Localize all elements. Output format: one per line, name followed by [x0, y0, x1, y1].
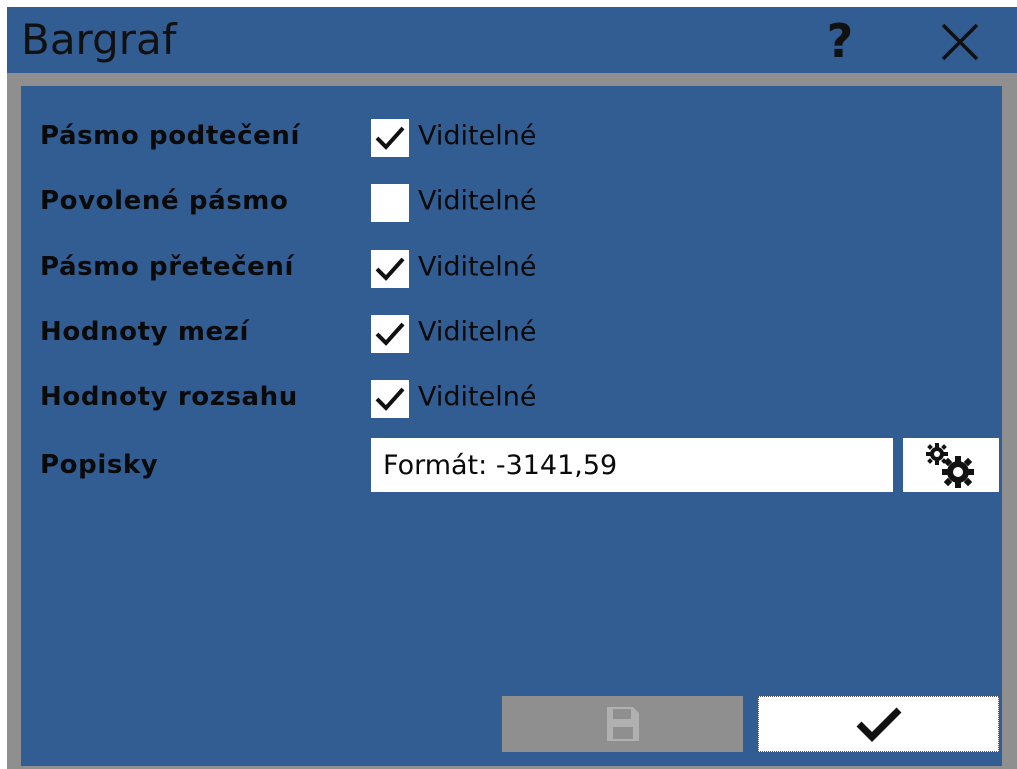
floppy-disk-icon: [606, 707, 639, 741]
bargraf-dialog: Bargraf ? Pásmo podtečení Viditelné Povo…: [7, 7, 1017, 769]
help-button[interactable]: ?: [812, 13, 868, 69]
visible-option-label: Viditelné: [418, 381, 537, 413]
close-button[interactable]: [933, 15, 987, 69]
gears-icon: [926, 443, 974, 488]
checkmark-icon: [375, 322, 405, 346]
row-underflow-band: Pásmo podtečení Viditelné: [21, 112, 1002, 160]
format-settings-button[interactable]: [903, 438, 999, 492]
visible-checkbox-limits[interactable]: [371, 315, 409, 353]
help-icon: ?: [826, 14, 854, 68]
row-range-values: Hodnoty rozsahu Viditelné: [21, 373, 1002, 421]
close-icon: [941, 23, 979, 61]
visible-checkbox-underflow[interactable]: [371, 119, 409, 157]
save-button[interactable]: [502, 696, 743, 752]
row-label: Povolené pásmo: [40, 186, 289, 216]
checkmark-icon: [375, 126, 405, 150]
format-value: Formát: -3141,59: [383, 449, 618, 481]
visible-option-label: Viditelné: [418, 185, 537, 217]
visible-option-label: Viditelné: [418, 251, 537, 283]
visible-checkbox-overflow[interactable]: [371, 250, 409, 288]
visible-checkbox-range[interactable]: [371, 380, 409, 418]
row-label: Hodnoty rozsahu: [40, 382, 298, 412]
row-allowed-band: Povolené pásmo Viditelné: [21, 177, 1002, 225]
checkmark-icon: [856, 707, 901, 742]
format-field[interactable]: Formát: -3141,59: [371, 438, 893, 492]
checkmark-icon: [375, 387, 405, 411]
dialog-content: Pásmo podtečení Viditelné Povolené pásmo…: [21, 86, 1002, 766]
title-bar: Bargraf ?: [7, 7, 1017, 73]
visible-option-label: Viditelné: [418, 316, 537, 348]
row-label: Hodnoty mezí: [40, 317, 250, 347]
ok-button[interactable]: [758, 696, 999, 752]
row-label: Pásmo podtečení: [40, 121, 300, 151]
row-label: Pásmo přetečení: [40, 252, 294, 282]
row-label: Popisky: [40, 450, 159, 480]
dialog-title: Bargraf: [21, 15, 177, 64]
visible-checkbox-allowed[interactable]: [371, 184, 409, 222]
row-limit-values: Hodnoty mezí Viditelné: [21, 308, 1002, 356]
checkmark-icon: [375, 257, 405, 281]
visible-option-label: Viditelné: [418, 120, 537, 152]
row-overflow-band: Pásmo přetečení Viditelné: [21, 243, 1002, 291]
